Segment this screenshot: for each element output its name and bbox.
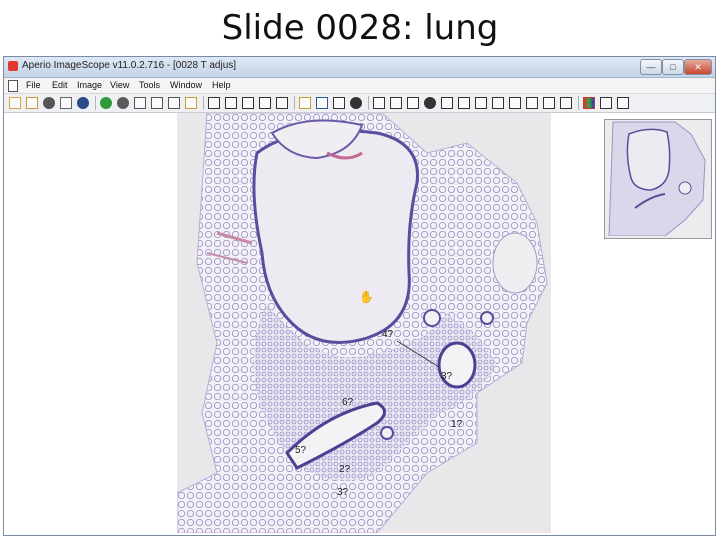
pen-tool-icon[interactable]	[458, 97, 470, 109]
toolbar-separator	[95, 96, 96, 110]
rectangle-tool-icon[interactable]	[492, 97, 504, 109]
menu-view[interactable]: View	[110, 80, 129, 90]
route-icon[interactable]	[168, 97, 180, 109]
annotation-label: 3?	[441, 371, 453, 382]
minimize-button[interactable]: —	[640, 59, 662, 75]
print-icon[interactable]	[60, 97, 72, 109]
analysis-icon[interactable]	[316, 97, 328, 109]
thumbnail-toggle-icon[interactable]	[617, 97, 629, 109]
overlay-icon[interactable]	[600, 97, 612, 109]
annotation-label: 2?	[339, 464, 351, 475]
display-icon[interactable]	[276, 97, 288, 109]
thumbnail-navigator[interactable]	[604, 119, 712, 239]
menu-window[interactable]: Window	[170, 80, 202, 90]
go-back-icon[interactable]	[100, 97, 112, 109]
annotation-label: 5?	[295, 445, 307, 456]
annotation-label: 6?	[342, 397, 354, 408]
annotation-edit-icon[interactable]	[299, 97, 311, 109]
svg-text:✋: ✋	[359, 290, 374, 304]
slide-viewer[interactable]: ✋ 4? 3? 6? 1? 5? 2? 3?	[4, 112, 715, 535]
thumbnail-image	[608, 121, 706, 237]
document-icon[interactable]	[8, 80, 18, 92]
menu-bar: File Edit Image View Tools Window Help	[4, 78, 715, 94]
toolbar	[4, 94, 715, 113]
freehand-tool-icon[interactable]	[526, 97, 538, 109]
color-adjust-icon[interactable]	[583, 97, 595, 109]
arrow-tool-icon[interactable]	[475, 97, 487, 109]
share-icon[interactable]	[134, 97, 146, 109]
imagescope-window: Aperio ImageScope v11.0.2.716 - [0028 T …	[3, 56, 716, 536]
open-folder-icon[interactable]	[9, 97, 21, 109]
open-remote-icon[interactable]	[26, 97, 38, 109]
ruler-icon[interactable]	[441, 97, 453, 109]
camera-icon[interactable]	[43, 97, 55, 109]
layers-icon[interactable]	[242, 97, 254, 109]
window-titlebar: Aperio ImageScope v11.0.2.716 - [0028 T …	[4, 57, 715, 78]
text-tool-icon[interactable]	[560, 97, 572, 109]
toolbar-separator	[294, 96, 295, 110]
toolbar-separator	[578, 96, 579, 110]
close-button[interactable]: ✕	[684, 59, 712, 75]
music-icon[interactable]	[333, 97, 345, 109]
annotation-label: 3?	[337, 487, 349, 498]
go-forward-icon[interactable]	[117, 97, 129, 109]
magnify-icon[interactable]	[350, 97, 362, 109]
info-icon[interactable]	[77, 97, 89, 109]
camera-snap-icon[interactable]	[424, 97, 436, 109]
slide-image[interactable]: ✋ 4? 3? 6? 1? 5? 2? 3?	[176, 112, 551, 534]
maximize-button[interactable]: □	[662, 59, 684, 75]
annotation-label: 1?	[451, 419, 463, 430]
toolbar-separator	[203, 96, 204, 110]
annotation-label: 4?	[382, 329, 394, 340]
pointer-tool-icon[interactable]	[543, 97, 555, 109]
select-region-icon[interactable]	[185, 97, 197, 109]
toolbar-separator	[368, 96, 369, 110]
lung-tissue-image: ✋	[176, 112, 548, 534]
window-view-icon[interactable]	[225, 97, 237, 109]
slide-title: Slide 0028: lung	[221, 8, 499, 48]
pan-hand-icon[interactable]	[373, 97, 385, 109]
menu-edit[interactable]: Edit	[52, 80, 68, 90]
app-icon	[8, 61, 18, 71]
ellipse-tool-icon[interactable]	[509, 97, 521, 109]
menu-tools[interactable]: Tools	[139, 80, 160, 90]
menu-help[interactable]: Help	[212, 80, 231, 90]
menu-file[interactable]: File	[26, 80, 41, 90]
measure-icon[interactable]	[407, 97, 419, 109]
menu-image[interactable]: Image	[77, 80, 102, 90]
zoom-icon[interactable]	[259, 97, 271, 109]
region-tool-icon[interactable]	[390, 97, 402, 109]
link-icon[interactable]	[151, 97, 163, 109]
window-title: Aperio ImageScope v11.0.2.716 - [0028 T …	[22, 60, 237, 71]
grid-view-icon[interactable]	[208, 97, 220, 109]
